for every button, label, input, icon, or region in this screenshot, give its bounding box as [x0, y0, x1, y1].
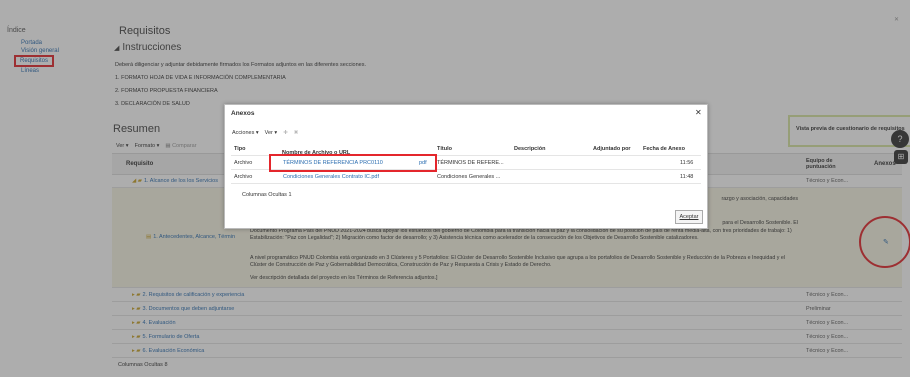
table-row[interactable]: Archivo Condiciones Generales Contrato I… — [231, 170, 701, 184]
cell-fecha: 11:48 — [680, 174, 694, 180]
cell-tipo: Archivo — [234, 174, 253, 180]
aceptar-button[interactable]: Aceptar — [675, 210, 703, 224]
dialog-title: Anexos — [231, 110, 255, 117]
column-fecha: Fecha de Anexo — [643, 146, 685, 152]
close-icon[interactable]: ✕ — [695, 108, 702, 117]
hidden-columns-note: Columnas Ocultas 1 — [242, 192, 292, 198]
column-tipo: Tipo — [234, 146, 246, 152]
column-adjuntado: Adjuntado por — [593, 146, 631, 152]
cell-titulo: TÉRMINOS DE REFERE... — [437, 160, 504, 166]
highlight-box — [269, 154, 437, 172]
view-menu[interactable]: Ver ▾ — [265, 130, 278, 136]
cell-tipo: Archivo — [234, 160, 253, 166]
add-icon[interactable]: ✚ — [283, 130, 288, 136]
dialog-toolbar: Acciones ▾ Ver ▾ ✚ ✖ — [232, 130, 298, 136]
attachments-dialog: Anexos ✕ Acciones ▾ Ver ▾ ✚ ✖ Tipo * Nom… — [224, 104, 708, 229]
cell-fecha: 11:56 — [680, 160, 694, 166]
column-titulo: Título — [437, 146, 452, 152]
file-link[interactable]: Condiciones Generales Contrato IC.pdf — [283, 174, 379, 180]
column-descripcion: Descripción — [514, 146, 546, 152]
delete-icon[interactable]: ✖ — [294, 130, 299, 136]
actions-menu[interactable]: Acciones ▾ — [232, 130, 259, 136]
app-background: Índice Portada Visión general Requisitos… — [0, 0, 910, 377]
cell-titulo: Condiciones Generales ... — [437, 174, 501, 180]
